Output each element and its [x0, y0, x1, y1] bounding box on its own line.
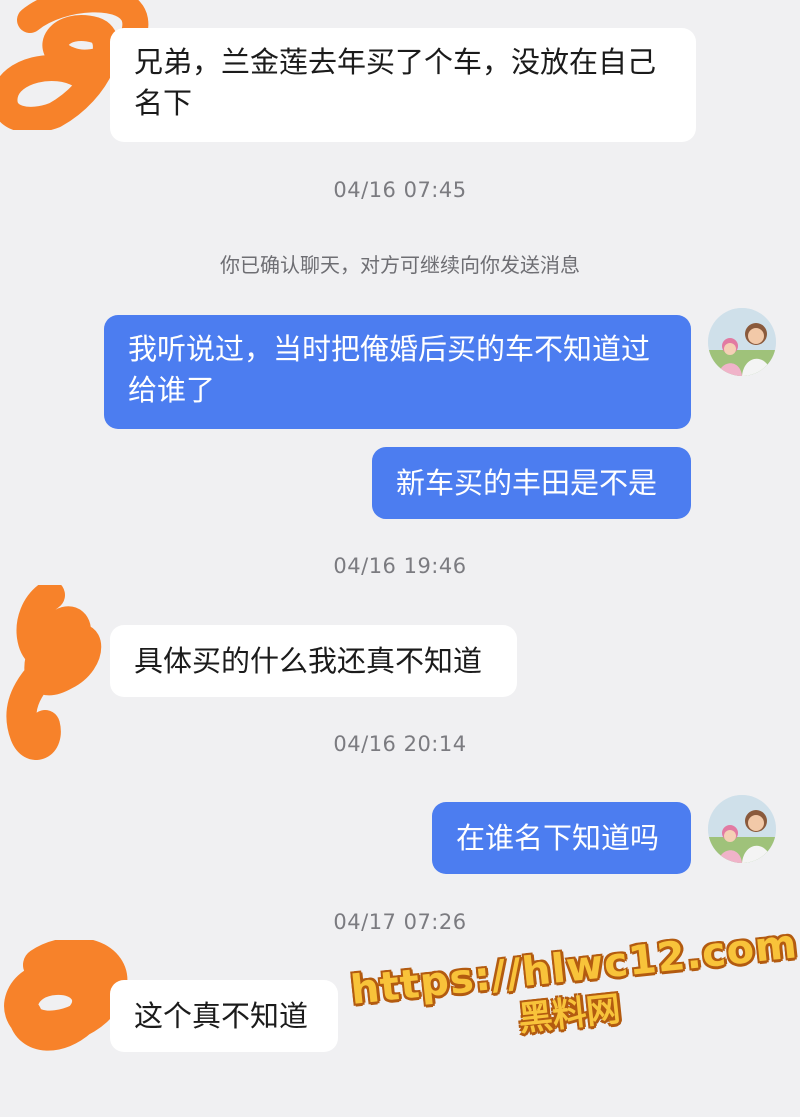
message-bubble-outgoing[interactable]: 新车买的丰田是不是 — [372, 447, 691, 519]
message-bubble-incoming[interactable]: 兄弟，兰金莲去年买了个车，没放在自己名下 — [110, 28, 696, 142]
system-notice: 你已确认聊天，对方可继续向你发送消息 — [220, 253, 580, 277]
message-text: 在谁名下知道吗 — [456, 820, 660, 855]
message-text: 这个真不知道 — [134, 998, 309, 1033]
watermark: https://hlwc12.com 黑料网 — [348, 921, 799, 1058]
user-avatar[interactable] — [708, 795, 776, 863]
user-avatar-photo-icon — [708, 308, 776, 376]
user-avatar[interactable] — [708, 308, 776, 376]
message-text: 兄弟，兰金莲去年买了个车，没放在自己名下 — [134, 45, 657, 120]
message-text: 新车买的丰田是不是 — [396, 465, 658, 500]
user-avatar-photo-icon — [708, 795, 776, 863]
message-text: 具体买的什么我还真不知道 — [134, 643, 483, 678]
message-bubble-outgoing[interactable]: 在谁名下知道吗 — [432, 802, 691, 874]
message-text: 我听说过，当时把俺婚后买的车不知道过给谁了 — [128, 332, 651, 407]
timestamp: 04/17 07:26 — [333, 910, 467, 934]
timestamp: 04/16 19:46 — [333, 554, 467, 578]
message-bubble-outgoing[interactable]: 我听说过，当时把俺婚后买的车不知道过给谁了 — [104, 315, 691, 429]
timestamp: 04/16 20:14 — [333, 732, 467, 756]
message-bubble-incoming[interactable]: 这个真不知道 — [110, 980, 338, 1052]
timestamp: 04/16 07:45 — [333, 178, 467, 202]
message-bubble-incoming[interactable]: 具体买的什么我还真不知道 — [110, 625, 517, 697]
